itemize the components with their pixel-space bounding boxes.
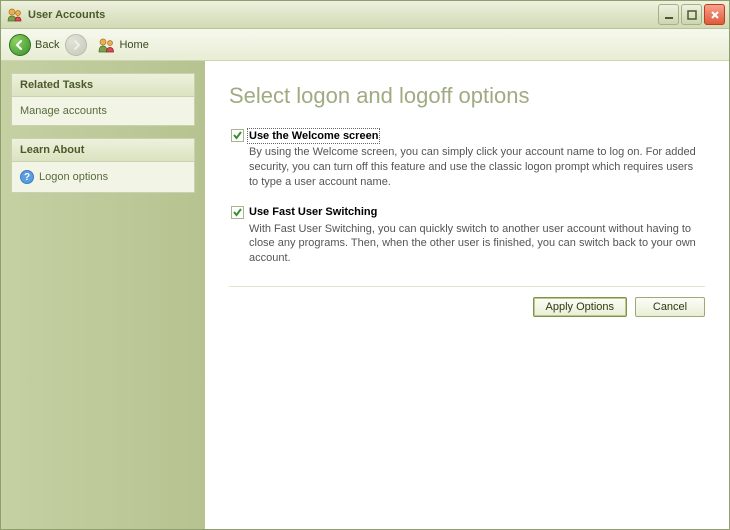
back-icon [9, 34, 31, 56]
page-title: Select logon and logoff options [229, 83, 705, 109]
fast-user-switching-description: With Fast User Switching, you can quickl… [249, 222, 705, 267]
button-row: Apply Options Cancel [229, 297, 705, 317]
titlebar: User Accounts [1, 1, 729, 29]
learn-about-panel: Learn About ? Logon options [11, 138, 195, 193]
fast-user-switching-label[interactable]: Use Fast User Switching [249, 206, 377, 218]
welcome-screen-description: By using the Welcome screen, you can sim… [249, 145, 705, 190]
related-tasks-header: Related Tasks [12, 74, 194, 97]
forward-button [65, 34, 87, 56]
sidebar-item-label: Logon options [39, 171, 108, 183]
sidebar: Related Tasks Manage accounts Learn Abou… [1, 61, 205, 529]
navbar: Back Home [1, 29, 729, 61]
logon-options-link[interactable]: ? Logon options [20, 168, 186, 186]
window-title: User Accounts [28, 9, 658, 21]
learn-about-header: Learn About [12, 139, 194, 162]
titlebar-buttons [658, 4, 725, 25]
user-accounts-icon [7, 7, 23, 23]
window-frame: User Accounts Back [0, 0, 730, 530]
forward-icon [65, 34, 87, 56]
option-fast-user-switching: Use Fast User Switching With Fast User S… [229, 206, 705, 267]
manage-accounts-link[interactable]: Manage accounts [20, 103, 186, 119]
people-icon [97, 37, 115, 53]
home-button[interactable]: Home [97, 37, 148, 53]
back-label: Back [35, 39, 59, 51]
body: Related Tasks Manage accounts Learn Abou… [1, 61, 729, 529]
maximize-button[interactable] [681, 4, 702, 25]
related-tasks-panel: Related Tasks Manage accounts [11, 73, 195, 126]
minimize-button[interactable] [658, 4, 679, 25]
cancel-button[interactable]: Cancel [635, 297, 705, 317]
sidebar-item-label: Manage accounts [20, 105, 107, 117]
option-welcome-screen: Use the Welcome screen By using the Welc… [229, 129, 705, 190]
content: Select logon and logoff options Use the … [205, 61, 729, 529]
welcome-screen-checkbox[interactable] [231, 129, 244, 142]
apply-options-button[interactable]: Apply Options [533, 297, 627, 317]
back-button[interactable]: Back [9, 34, 59, 56]
close-button[interactable] [704, 4, 725, 25]
divider [229, 286, 705, 287]
welcome-screen-label[interactable]: Use the Welcome screen [249, 130, 378, 142]
fast-user-switching-checkbox[interactable] [231, 206, 244, 219]
home-label: Home [119, 39, 148, 51]
help-icon: ? [20, 170, 34, 184]
